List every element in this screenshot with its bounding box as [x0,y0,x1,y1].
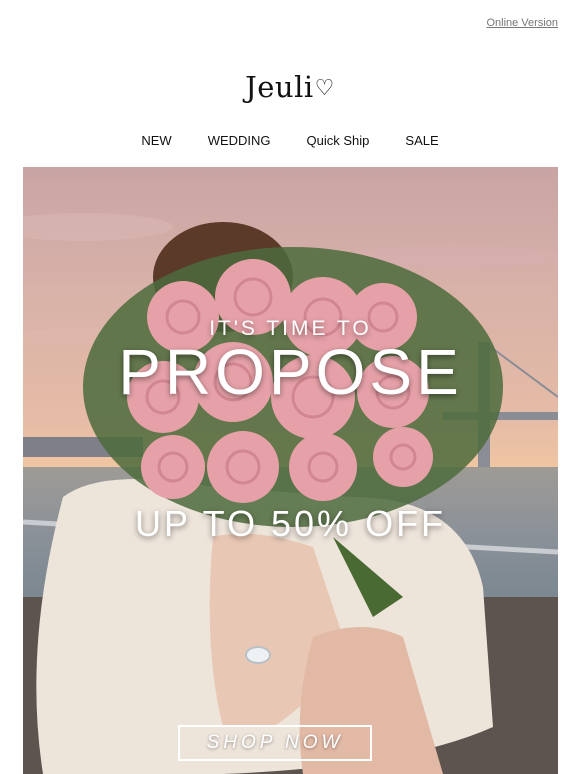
brand-logo[interactable]: Jeuli♡ [0,70,580,104]
nav-item-wedding[interactable]: WEDDING [208,133,271,148]
hero-offer: UP TO 50% OFF [134,503,447,544]
nav-item-sale[interactable]: SALE [405,133,438,148]
online-version-link[interactable]: Online Version [486,17,558,29]
heart-icon: ♡ [314,76,335,101]
logo-text: Jeuli [245,70,314,104]
nav-item-quick-ship[interactable]: Quick Ship [307,133,370,148]
hero-banner[interactable]: IT'S TIME TO PROPOSE UP TO 50% OFF SHOP … [23,167,558,774]
nav-item-new[interactable]: NEW [141,133,171,148]
hero-photo [23,213,558,774]
main-nav: NEW WEDDING Quick Ship SALE [0,133,580,148]
shop-now-button[interactable]: SHOP NOW [178,725,372,761]
hero-title: PROPOSE [118,336,463,408]
